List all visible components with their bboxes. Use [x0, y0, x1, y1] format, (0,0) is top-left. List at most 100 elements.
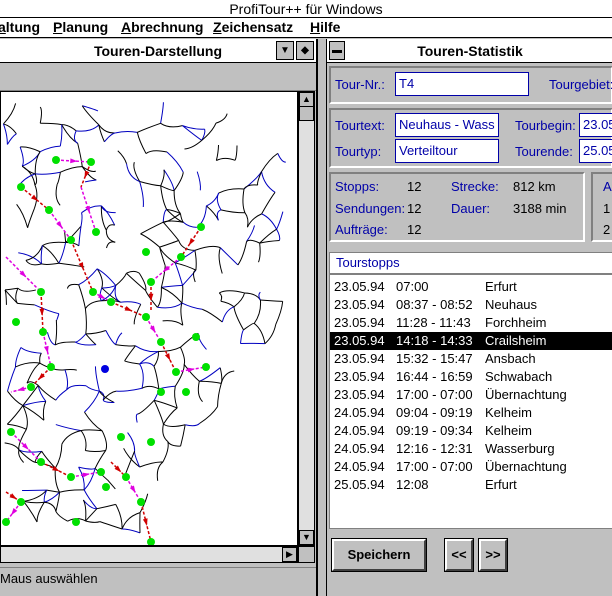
- road-segment: [184, 139, 203, 150]
- road-segment: [83, 489, 98, 509]
- tourstopp-row[interactable]: 23.05.94 14:18 - 14:33 Crailsheim: [330, 332, 612, 350]
- road-segment: [122, 528, 141, 534]
- road-segment: [44, 491, 60, 503]
- scroll-down-icon[interactable]: ▼: [299, 530, 314, 545]
- road-segment: [85, 385, 100, 392]
- road-segment: [64, 369, 69, 390]
- tourtext-field[interactable]: Neuhaus - Wass: [395, 113, 499, 137]
- road-segment: [276, 211, 284, 230]
- route-arrow-icon: [149, 325, 156, 333]
- tourbegin-field[interactable]: 23.05: [579, 113, 612, 137]
- road-segment: [84, 308, 87, 334]
- route-arrow-icon: [38, 373, 45, 380]
- tourstopp-row[interactable]: 23.05.94 08:37 - 08:52 Neuhaus: [330, 296, 612, 314]
- map-toolbar: [0, 63, 316, 91]
- road-segment: [275, 301, 284, 325]
- scroll-right-icon[interactable]: ▶: [282, 547, 297, 562]
- route-arrow-icon: [129, 485, 136, 493]
- system-menu-icon[interactable]: ▬: [329, 41, 345, 60]
- route-arrow-icon: [82, 472, 90, 478]
- menu-verwaltung[interactable]: altung: [0, 18, 40, 37]
- road-segment: [56, 172, 61, 185]
- road-segment: [46, 332, 56, 346]
- save-button[interactable]: Speichern: [331, 538, 427, 572]
- auftraege-value: 12: [407, 222, 422, 237]
- road-segment: [58, 242, 67, 264]
- tourstopp-row[interactable]: 24.05.94 17:00 - 07:00 Übernachtung: [330, 458, 612, 476]
- road-segment: [261, 192, 276, 215]
- road-segment: [234, 145, 238, 161]
- stop-marker-icon: [39, 328, 47, 336]
- road-segment: [20, 347, 42, 354]
- tourstopps-list[interactable]: 23.05.94 07:00 Erfurt 23.05.94 08:37 - 08:52…: [329, 274, 612, 529]
- road-segment: [42, 401, 47, 421]
- tourstopp-row[interactable]: 23.05.94 11:28 - 11:43 Forchheim: [330, 314, 612, 332]
- next-tour-button[interactable]: >>: [478, 538, 508, 572]
- tour-map-window-title: Touren-Darstellung: [93, 43, 223, 59]
- map-vertical-scrollbar[interactable]: ▲ ▼: [298, 91, 315, 546]
- tour-nr-field[interactable]: T4: [395, 72, 529, 96]
- menu-hilfe[interactable]: Hilfe: [310, 18, 340, 37]
- stop-place: Kelheim: [485, 423, 532, 438]
- road-segment: [160, 122, 183, 128]
- road-segment: [218, 247, 223, 274]
- tourtext-label: Tourtext:: [335, 118, 385, 133]
- road-segment: [7, 390, 24, 406]
- road-segment: [159, 239, 179, 248]
- road-segment: [54, 444, 63, 469]
- tourstopp-row[interactable]: 25.05.94 12:08 Erfurt: [330, 476, 612, 494]
- previous-tour-button[interactable]: <<: [444, 538, 474, 572]
- tourende-field[interactable]: 25.05: [579, 139, 612, 163]
- road-segment: [120, 301, 141, 305]
- road-segment: [39, 106, 42, 124]
- tourstopps-header: Tourstopps: [329, 252, 612, 274]
- tourstopp-row[interactable]: 24.05.94 09:04 - 09:19 Kelheim: [330, 404, 612, 422]
- road-segment: [78, 466, 85, 490]
- tourstopp-row[interactable]: 24.05.94 12:16 - 12:31 Wasserburg: [330, 440, 612, 458]
- road-segment: [6, 133, 17, 145]
- auftraege-label: Aufträge:: [335, 222, 388, 237]
- stop-place: Neuhaus: [485, 297, 538, 312]
- minimize-button[interactable]: ▼: [276, 41, 294, 60]
- menu-planung[interactable]: Planung: [53, 18, 108, 37]
- germany-road-map[interactable]: [1, 92, 298, 546]
- road-segment: [35, 171, 61, 175]
- road-segment: [261, 152, 279, 172]
- stop-marker-icon: [117, 433, 125, 441]
- stop-marker-icon: [147, 278, 155, 286]
- road-segment: [174, 386, 178, 409]
- maximize-button[interactable]: ◆: [296, 41, 314, 60]
- sendungen-value: 12: [407, 201, 422, 216]
- road-segment: [237, 241, 248, 266]
- tourstopp-row[interactable]: 23.05.94 07:00 Erfurt: [330, 278, 612, 296]
- road-segment: [126, 270, 140, 274]
- menu-zeichensatz[interactable]: Zeichensatz: [213, 18, 293, 37]
- strecke-label: Strecke:: [451, 179, 499, 194]
- tour-statistics-window-titlebar: ▬ Touren-Statistik: [327, 39, 612, 63]
- tour-map-window: Touren-Darstellung ▼ ◆ ▲ ▼ ▶ Maus auswäh…: [0, 39, 318, 596]
- road-segment: [216, 209, 222, 221]
- scroll-thumb-vertical[interactable]: [299, 106, 314, 121]
- tourtyp-field[interactable]: Verteiltour: [395, 139, 499, 163]
- tour-stats-panel-extra: A 1 2: [591, 172, 612, 242]
- window-titlebar: ProfiTour++ für Windows: [0, 0, 612, 18]
- app-title: ProfiTour++ für Windows: [229, 1, 383, 17]
- route-arrow-icon: [56, 221, 63, 229]
- map-canvas[interactable]: [0, 91, 298, 546]
- map-horizontal-scrollbar[interactable]: ▶: [0, 546, 298, 563]
- tourstopp-row[interactable]: 23.05.94 16:44 - 16:59 Schwabach: [330, 368, 612, 386]
- tourstopp-row[interactable]: 24.05.94 09:19 - 09:34 Kelheim: [330, 422, 612, 440]
- road-segment: [180, 302, 184, 326]
- road-segment: [181, 285, 184, 304]
- road-segment: [23, 500, 45, 504]
- tourstopp-row[interactable]: 23.05.94 17:00 - 07:00 Übernachtung: [330, 386, 612, 404]
- stop-marker-icon: [107, 298, 115, 306]
- road-segment: [77, 143, 83, 167]
- scroll-up-icon[interactable]: ▲: [299, 92, 314, 107]
- route-arrow-icon: [39, 308, 45, 316]
- depot-marker-icon: [101, 365, 109, 373]
- road-segment: [117, 150, 128, 164]
- road-segment: [160, 185, 175, 192]
- tourstopp-row[interactable]: 23.05.94 15:32 - 15:47 Ansbach: [330, 350, 612, 368]
- menu-abrechnung[interactable]: Abrechnung: [121, 18, 203, 37]
